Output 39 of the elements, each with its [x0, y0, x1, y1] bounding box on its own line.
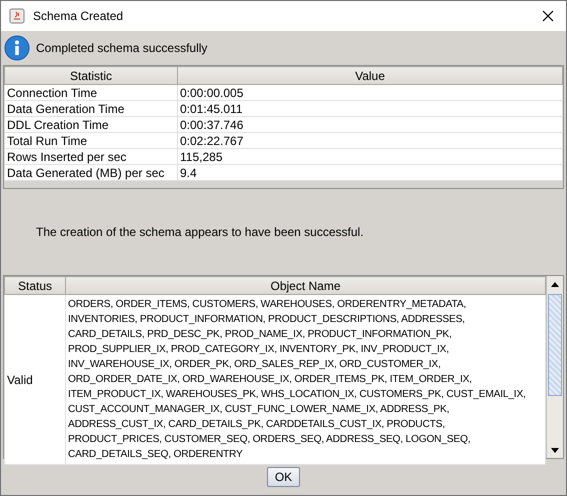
column-header[interactable]: Object Name — [66, 276, 546, 294]
column-header[interactable]: Status — [4, 276, 66, 294]
ok-button[interactable]: OK — [266, 467, 300, 487]
object-name-line: ITEM_PRODUCT_IX, WAREHOUSES_PK, WHS_LOCATION_IX, CUSTOMERS_PK, CUST_EMAIL_IX, — [68, 388, 526, 402]
object-name-line: CUST_ACCOUNT_MANAGER_IX, CUST_FUNC_LOWER_NAME_IX, ADDRESS_PK, — [68, 403, 450, 417]
up-arrow-icon[interactable] — [551, 282, 559, 286]
column-header[interactable]: Value — [178, 66, 562, 84]
table-cell: Connection Time — [4, 84, 178, 100]
window-title: Schema Created — [33, 9, 124, 23]
object-name-line: PROD_SUPPLIER_IX, PROD_CATEGORY_IX, INVENTORY_PK, INV_PRODUCT_IX, — [68, 343, 449, 357]
scrollbar-thumb[interactable] — [548, 294, 562, 396]
table-cell: 115,285 — [178, 148, 562, 164]
table-cell: Total Run Time — [4, 132, 178, 148]
table-cell: 0:02:22.767 — [178, 132, 562, 148]
column-header[interactable]: Statistic — [4, 66, 178, 84]
table-cell: Data Generation Time — [4, 100, 178, 116]
table-cell: Rows Inserted per sec — [4, 148, 178, 164]
table-cell: Data Generated (MB) per sec — [4, 164, 178, 180]
info-icon — [4, 35, 30, 61]
object-name-line: ADDRESS_CUST_IX, CARD_DETAILS_PK, CARDDETAILS_CUST_IX, PRODUCTS, — [68, 418, 445, 432]
object-name-line: INV_WAREHOUSE_IX, ORDER_PK, ORD_SALES_REP_IX, ORD_CUSTOMER_IX, — [68, 358, 441, 372]
close-icon — [542, 10, 554, 22]
table-cell: 0:00:37.746 — [178, 116, 562, 132]
object-name-line: CARD_DETAILS_SEQ, ORDERENTRY — [68, 448, 243, 462]
result-message: The creation of the schema appears to have been successful. — [36, 225, 364, 239]
table-cell: DDL Creation Time — [4, 116, 178, 132]
object-name-line: ORDERS, ORDER_ITEMS, CUSTOMERS, WAREHOUSES, ORDERENTRY_METADATA, — [68, 298, 466, 312]
table-cell: 9.4 — [178, 164, 562, 180]
object-name-line: CARD_DETAILS, PRD_DESC_PK, PROD_NAME_IX, PRODUCT_INFORMATION_PK, — [68, 328, 452, 342]
app-icon — [9, 8, 25, 24]
scrollbar[interactable] — [546, 276, 563, 458]
object-name-line: ORD_ORDER_DATE_IX, ORD_WAREHOUSE_IX, ORDER_ITEMS_PK, ITEM_ORDER_IX, — [68, 373, 472, 387]
object-name-line: INVENTORIES, PRODUCT_INFORMATION, PRODUCT_DESCRIPTIONS, ADDRESSES, — [68, 313, 465, 327]
down-arrow-icon[interactable] — [551, 448, 559, 452]
table-cell: Valid — [4, 294, 66, 464]
table-cell: 0:00:00.005 — [178, 84, 562, 100]
table-cell: 0:01:45.011 — [178, 100, 562, 116]
object-name-line: PRODUCT_PRICES, CUSTOMER_SEQ, ORDERS_SEQ, ADDRESS_SEQ, LOGON_SEQ, — [68, 433, 470, 447]
status-message: Completed schema successfully — [36, 41, 208, 55]
